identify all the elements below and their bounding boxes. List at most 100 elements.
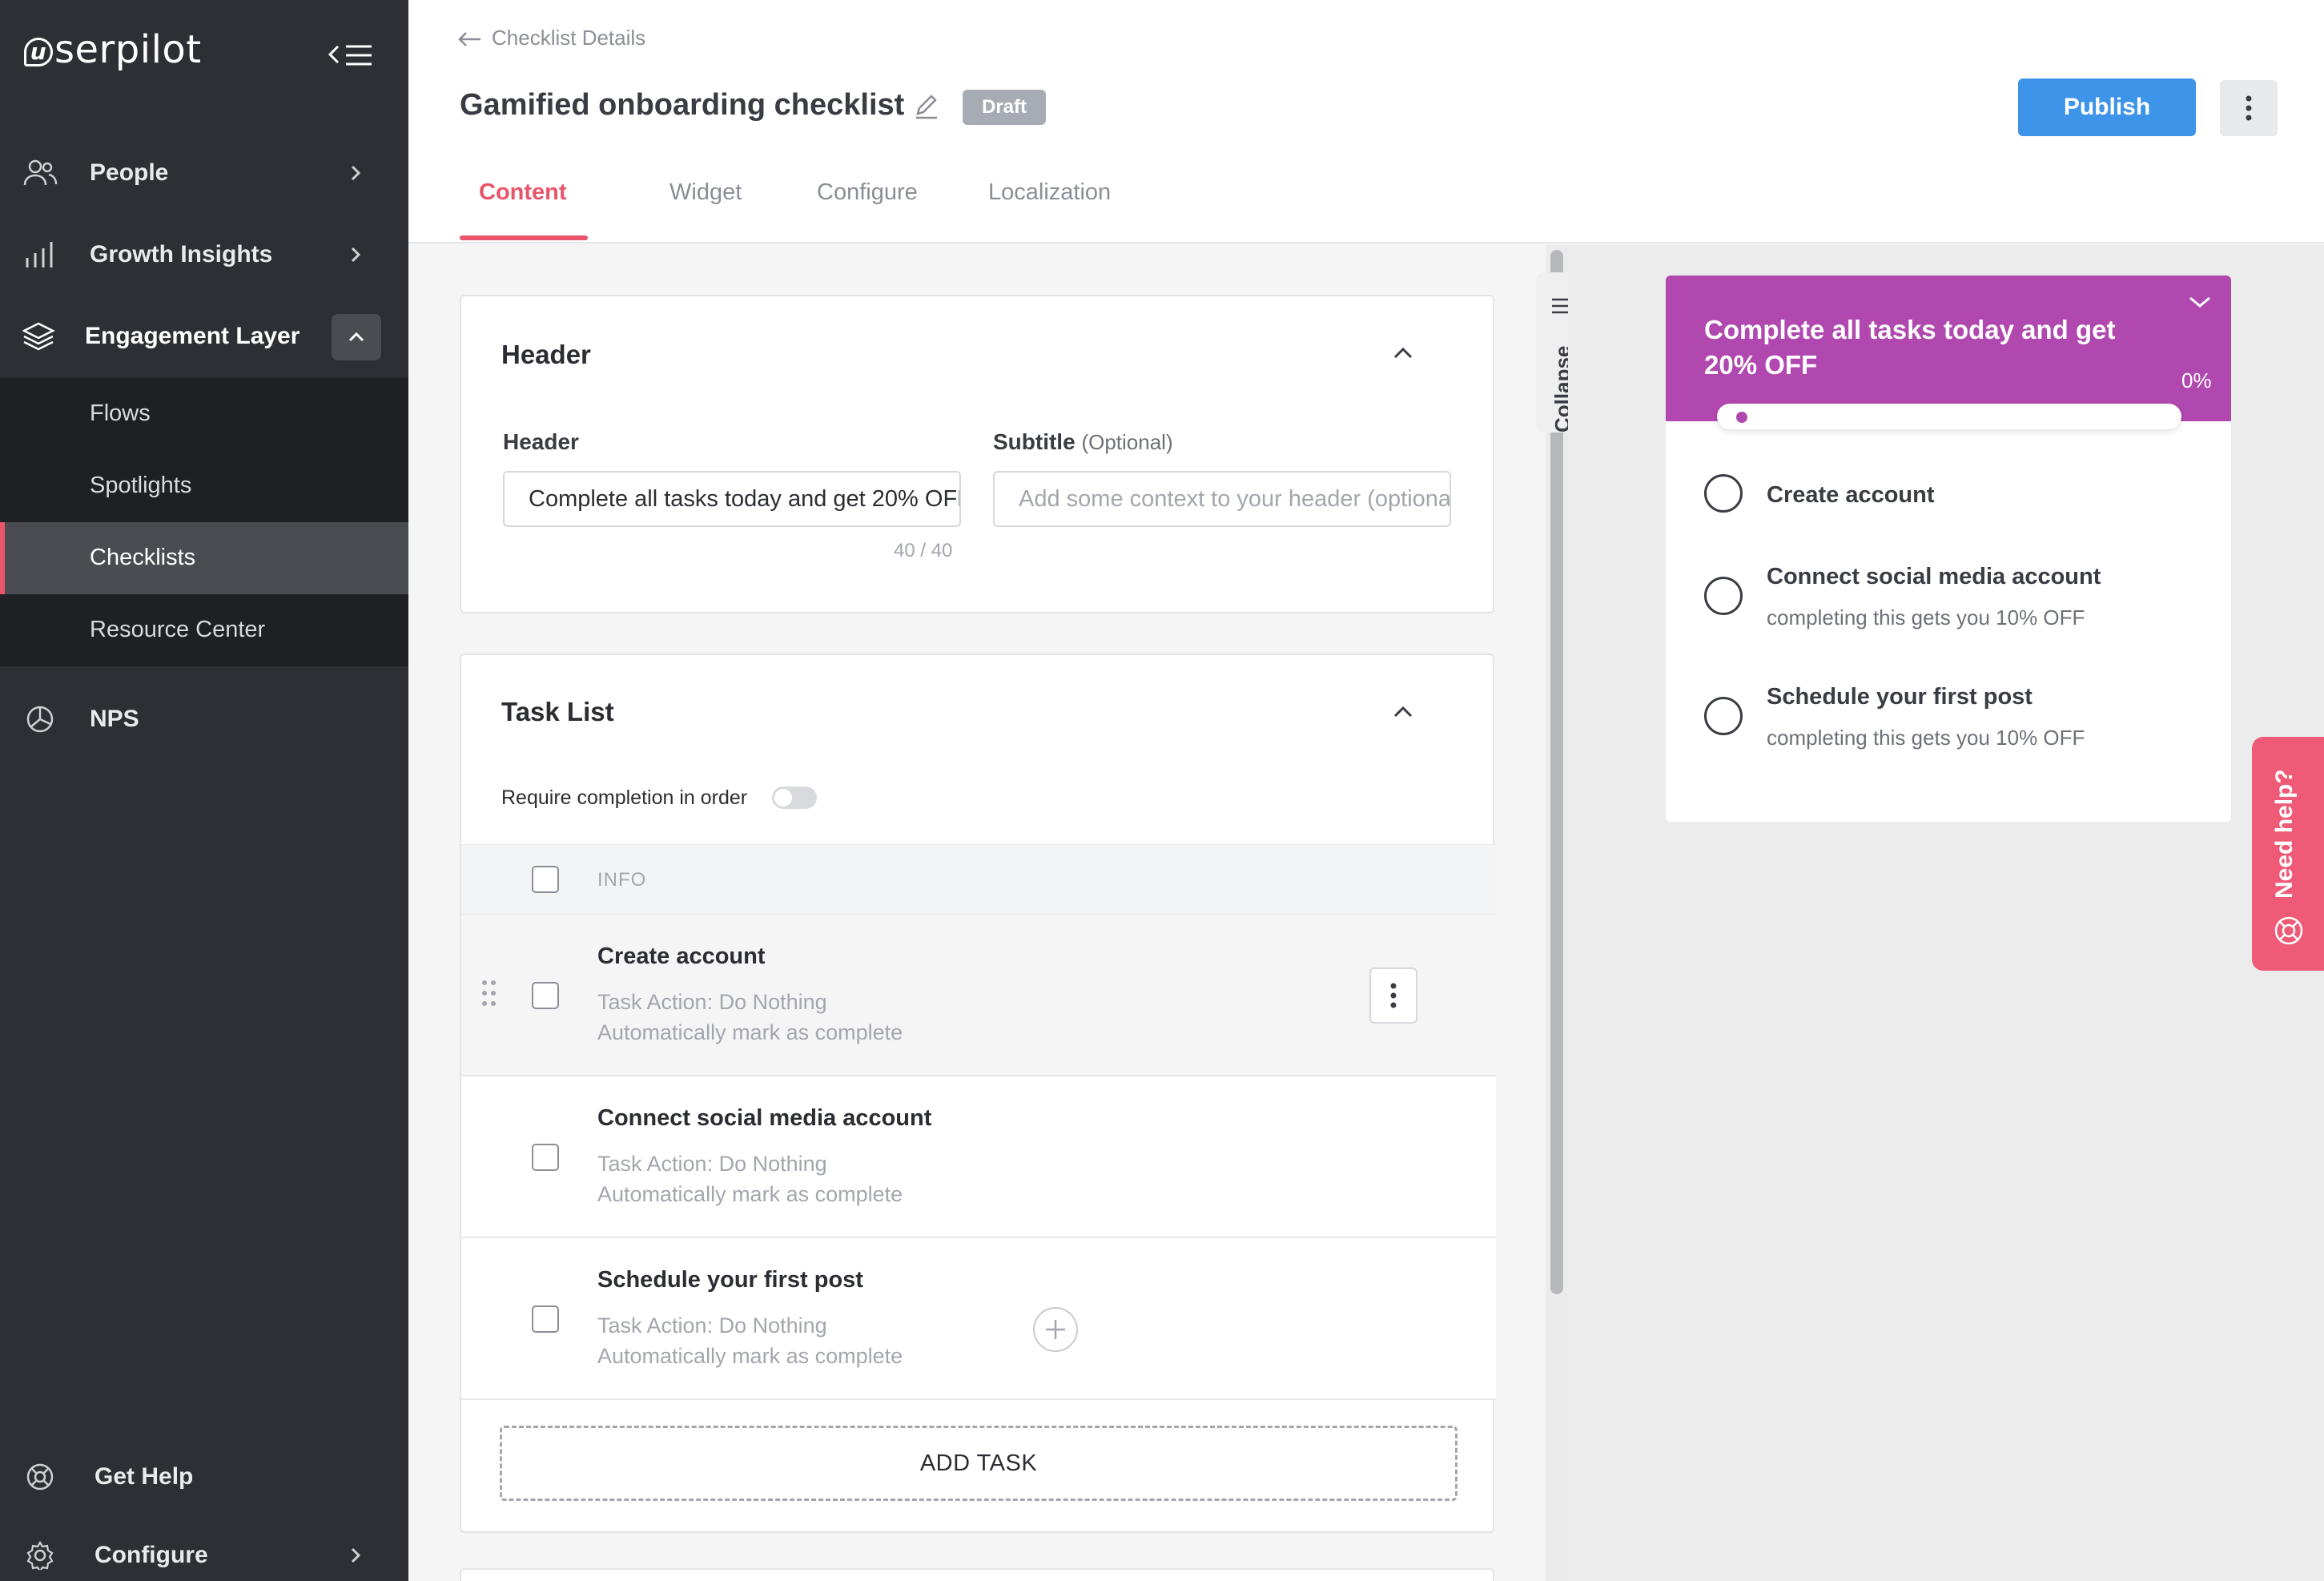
subtitle-input[interactable]: Add some context to your header (optiona… <box>993 471 1451 527</box>
sidebar-item-label: People <box>90 159 169 186</box>
collapse-sidebar-button[interactable] <box>327 38 378 74</box>
more-options-button[interactable] <box>2220 80 2278 136</box>
gear-icon <box>26 1541 54 1570</box>
active-tab-indicator <box>460 235 588 240</box>
character-counter: 40 / 40 <box>894 540 953 561</box>
plus-icon <box>1046 1320 1065 1339</box>
widget-task-title: Schedule your first post <box>1767 684 2032 710</box>
next-section-card <box>460 1568 1494 1581</box>
page-header: Checklist Details Gamified onboarding ch… <box>408 0 2324 243</box>
header-input[interactable]: Complete all tasks today and get 20% OFF <box>503 471 961 527</box>
widget-task-subtitle: completing this gets you 10% OFF <box>1767 726 2085 750</box>
task-meta: Task Action: Do Nothing Automatically mar… <box>597 1149 903 1209</box>
task-completion: Automatically mark as complete <box>597 1020 903 1044</box>
task-completion: Automatically mark as complete <box>597 1344 903 1368</box>
task-meta: Task Action: Do Nothing Automatically mar… <box>597 1310 903 1371</box>
task-status-circle-icon <box>1704 474 1743 513</box>
lifebuoy-icon <box>2274 916 2303 945</box>
sidebar-item-label: Resource Center <box>90 617 266 642</box>
sidebar-item-spotlights[interactable]: Spotlights <box>0 450 408 522</box>
sidebar-item-growth-insights[interactable]: Growth Insights <box>0 215 408 295</box>
task-row[interactable]: Create account Task Action: Do Nothing Au… <box>461 915 1496 1076</box>
chevron-right-icon <box>351 165 361 181</box>
sidebar-item-configure[interactable]: Configure <box>0 1515 408 1581</box>
tab-content[interactable]: Content <box>479 179 567 206</box>
nps-gauge-icon <box>26 706 54 733</box>
insert-task-button[interactable] <box>1033 1307 1078 1352</box>
card-title: Header <box>501 340 591 369</box>
task-title: Schedule your first post <box>597 1267 863 1293</box>
require-order-toggle[interactable] <box>772 786 817 809</box>
header-field-label: Header <box>503 429 579 454</box>
publish-button[interactable]: Publish <box>2018 78 2196 136</box>
task-checkbox[interactable] <box>532 982 559 1009</box>
sidebar-item-get-help[interactable]: Get Help <box>0 1437 408 1517</box>
select-all-checkbox[interactable] <box>532 866 559 893</box>
tab-localization[interactable]: Localization <box>988 179 1111 206</box>
task-row[interactable]: Connect social media account Task Action… <box>461 1076 1496 1238</box>
lifebuoy-icon <box>26 1463 54 1490</box>
add-task-button[interactable]: ADD TASK <box>500 1426 1458 1501</box>
page-title: Gamified onboarding checklist <box>460 88 905 122</box>
sidebar-item-flows[interactable]: Flows <box>0 378 408 450</box>
engagement-layer-toggle[interactable] <box>332 314 381 360</box>
sidebar-item-checklists[interactable]: Checklists <box>0 522 408 594</box>
chevron-up-icon[interactable] <box>1392 705 1414 719</box>
back-label: Checklist Details <box>492 26 646 50</box>
task-action: Task Action: Do Nothing <box>597 990 827 1014</box>
header-card: Header Header Subtitle (Optional) Comple… <box>460 295 1494 613</box>
widget-header: Complete all tasks today and get 20% OFF… <box>1666 276 2231 421</box>
task-action: Task Action: Do Nothing <box>597 1313 827 1338</box>
logo-mark-icon: u <box>24 38 53 66</box>
task-completion: Automatically mark as complete <box>597 1182 903 1206</box>
need-help-button[interactable]: Need help? <box>2252 737 2324 971</box>
menu-collapse-icon <box>328 45 372 66</box>
sidebar-item-label: Spotlights <box>90 473 192 498</box>
sidebar: u serpilot People Growth Insights Engagem… <box>0 0 408 1581</box>
kebab-menu-icon <box>2246 95 2252 121</box>
task-title: Create account <box>597 943 766 969</box>
sidebar-item-label: Flows <box>90 400 151 426</box>
subtitle-field-label: Subtitle (Optional) <box>993 429 1173 455</box>
layers-icon <box>22 322 55 351</box>
task-row[interactable]: Schedule your first post Task Action: Do… <box>461 1238 1496 1400</box>
sidebar-item-label: NPS <box>90 706 139 732</box>
column-header-info: INFO <box>597 869 647 891</box>
task-title: Connect social media account <box>597 1105 932 1131</box>
widget-task-title: Create account <box>1767 482 1935 508</box>
progress-bar <box>1717 404 2181 429</box>
sidebar-item-people[interactable]: People <box>0 133 408 213</box>
sidebar-item-resource-center[interactable]: Resource Center <box>0 594 408 666</box>
editor-panel: Header Header Subtitle (Optional) Comple… <box>408 245 1546 1581</box>
tab-configure[interactable]: Configure <box>817 179 918 206</box>
tab-widget[interactable]: Widget <box>669 179 742 206</box>
subtitle-label-text: Subtitle <box>993 429 1076 454</box>
optional-label: (Optional) <box>1081 430 1173 454</box>
sidebar-item-label: Checklists <box>90 545 196 570</box>
require-order-label: Require completion in order <box>501 786 748 809</box>
widget-title: Complete all tasks today and get 20% OFF <box>1704 315 2116 380</box>
chevron-down-icon[interactable] <box>2188 295 2212 309</box>
userpilot-logo[interactable]: u serpilot <box>24 27 202 72</box>
sidebar-item-label: Growth Insights <box>90 241 273 268</box>
task-status-circle-icon <box>1704 697 1743 735</box>
task-checkbox[interactable] <box>532 1305 559 1333</box>
task-action: Task Action: Do Nothing <box>597 1152 827 1176</box>
chevron-up-icon[interactable] <box>1392 346 1414 360</box>
task-list-card: Task List Require completion in order IN… <box>460 654 1496 1533</box>
task-checkbox[interactable] <box>532 1144 559 1171</box>
pencil-icon[interactable] <box>913 93 940 120</box>
checklist-widget-preview: Complete all tasks today and get 20% OFF… <box>1666 276 2231 822</box>
sidebar-item-label: Engagement Layer <box>85 323 300 349</box>
chevron-right-icon <box>351 1547 361 1563</box>
chevron-up-icon <box>348 332 364 342</box>
task-table-header: INFO <box>461 844 1496 915</box>
widget-task-title: Connect social media account <box>1767 564 2101 589</box>
arrow-left-icon <box>458 32 480 47</box>
progress-indicator <box>1736 412 1747 423</box>
back-link[interactable]: Checklist Details <box>458 26 645 50</box>
task-menu-button[interactable] <box>1369 968 1417 1024</box>
widget-task-subtitle: completing this gets you 10% OFF <box>1767 605 2085 630</box>
drag-handle-icon[interactable] <box>480 979 498 1008</box>
sidebar-item-nps[interactable]: NPS <box>0 679 408 759</box>
